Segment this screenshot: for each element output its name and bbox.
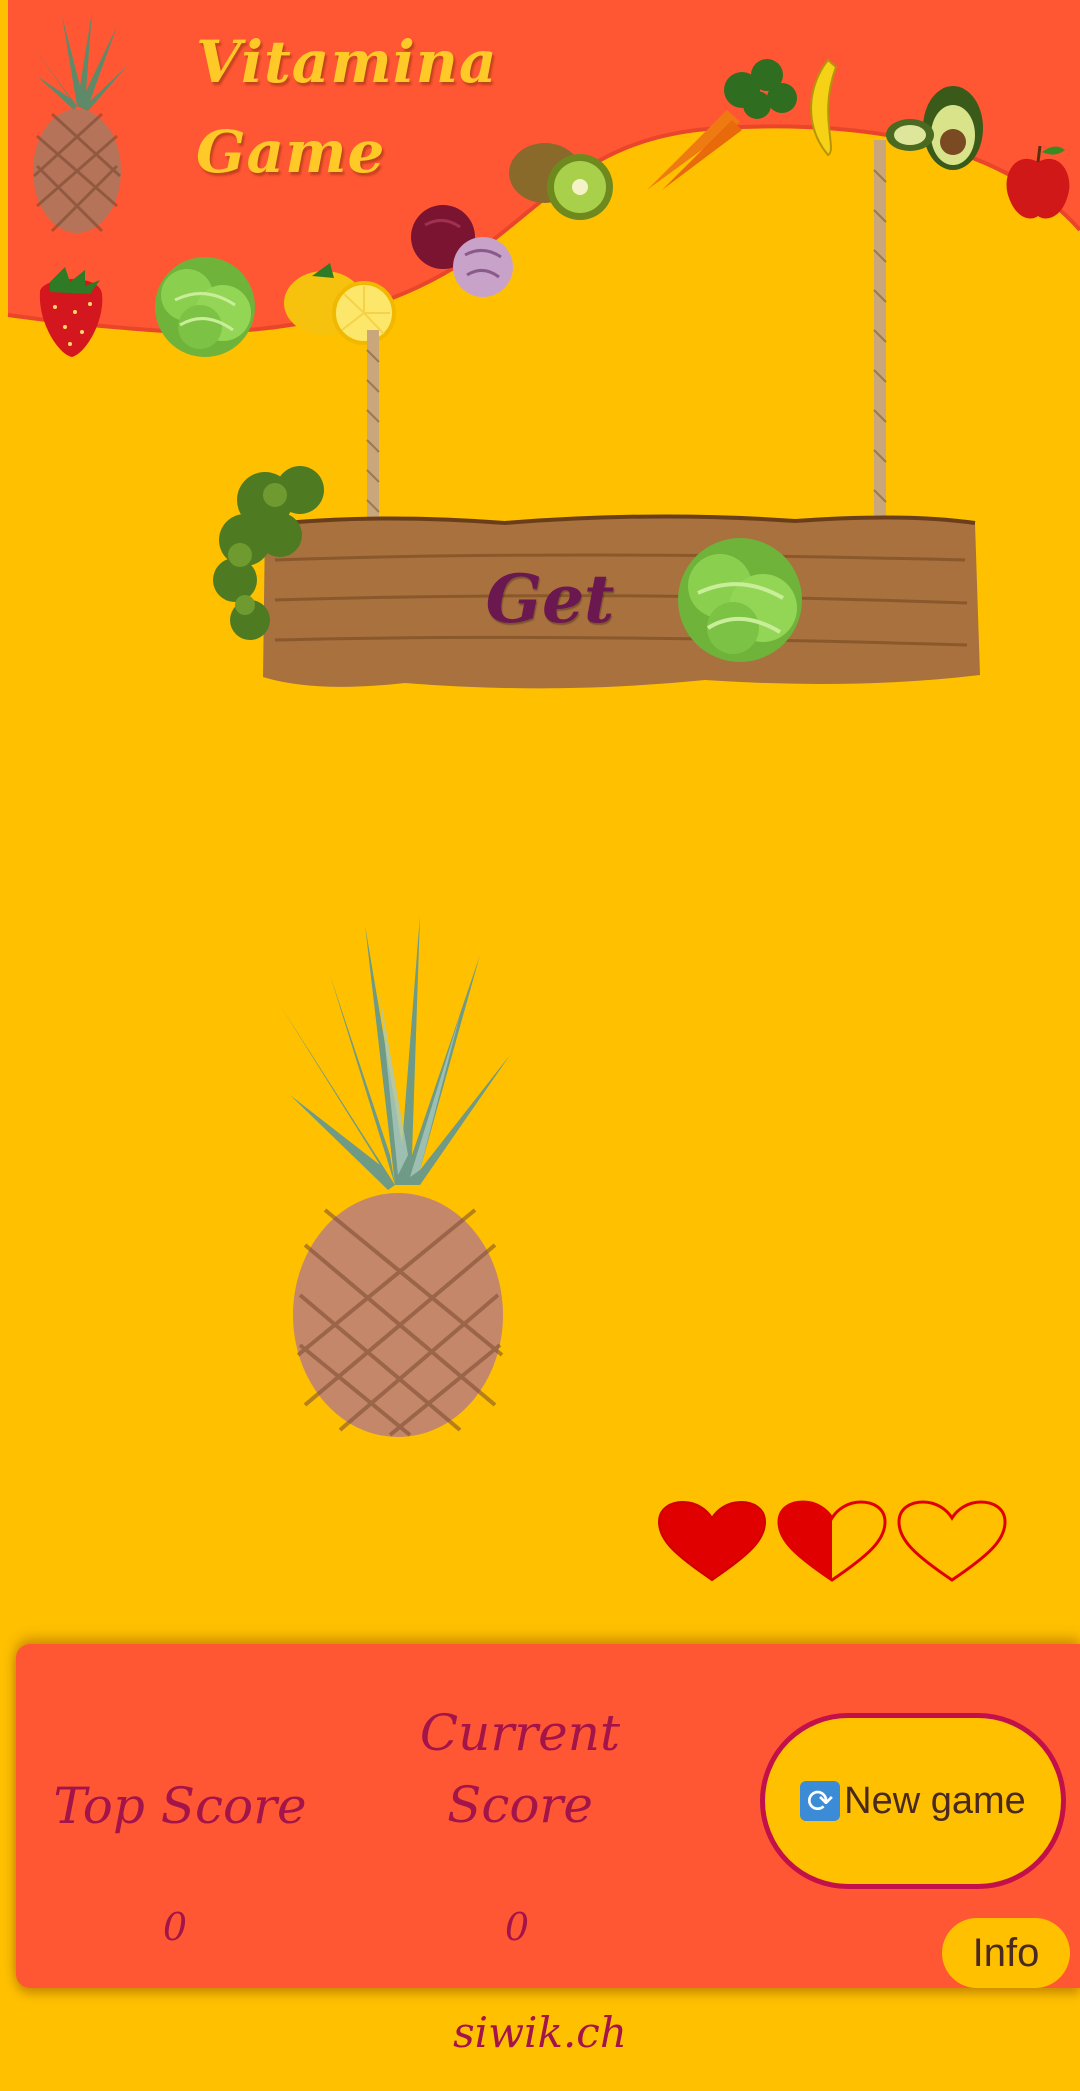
current-score-label-line2: Score — [447, 1776, 593, 1834]
refresh-icon: ⟳ — [800, 1781, 841, 1821]
new-game-button[interactable]: ⟳ New game — [760, 1713, 1066, 1889]
heart-empty-icon — [897, 1500, 1007, 1582]
falling-pineapple-icon[interactable] — [270, 915, 515, 1440]
heart-full-icon — [657, 1500, 767, 1582]
apple-icon — [1006, 145, 1070, 219]
wooden-sign — [263, 514, 980, 689]
target-lettuce-icon — [678, 538, 802, 662]
heart-half-icon — [777, 1500, 887, 1582]
new-game-label: New game — [844, 1779, 1026, 1822]
info-button[interactable]: Info — [942, 1918, 1070, 1988]
pineapple-icon — [32, 11, 127, 233]
lettuce-icon — [155, 257, 255, 357]
footer-credit[interactable]: siwik.ch — [0, 2008, 1080, 2057]
game-title-line1: Vitamina — [196, 28, 498, 96]
strawberry-icon — [39, 267, 103, 357]
top-score-value: 0 — [162, 1905, 188, 1949]
sign-target-word: Get — [485, 560, 615, 638]
current-score-value: 0 — [504, 1905, 530, 1949]
herb-icon — [213, 466, 324, 640]
current-score-label-line1: Current — [419, 1704, 621, 1762]
sign-ropes — [359, 140, 894, 562]
lives-indicator — [657, 1500, 1007, 1582]
top-score-label: Top Score — [53, 1777, 307, 1835]
